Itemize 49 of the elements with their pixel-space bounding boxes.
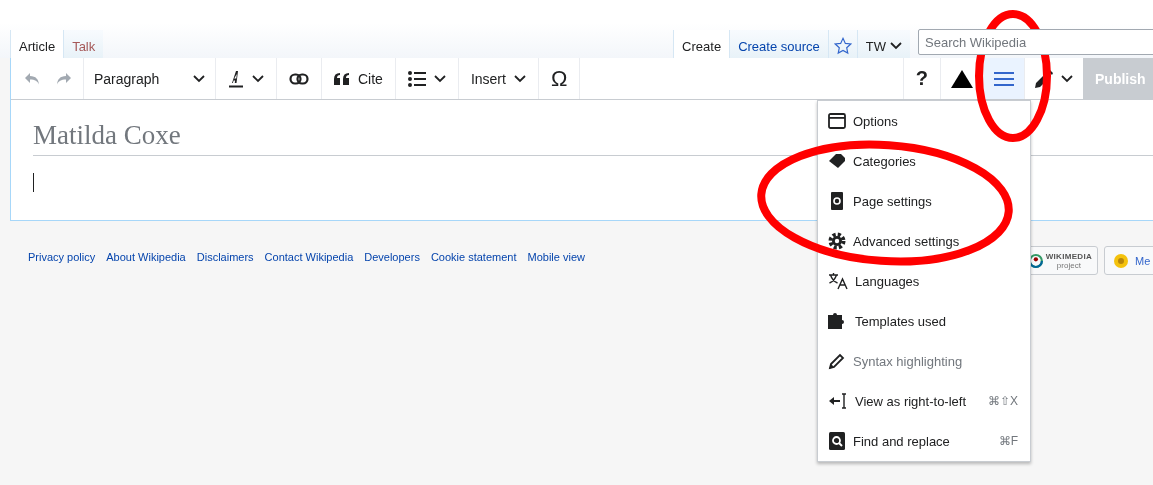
cite-button[interactable]: Cite — [322, 58, 396, 99]
chevron-down-icon — [433, 74, 446, 83]
chevron-down-icon — [193, 74, 205, 83]
language-icon — [828, 272, 848, 290]
search-field[interactable]: Search Wikipedia — [918, 29, 1153, 55]
chevron-down-icon — [513, 74, 526, 83]
help-button[interactable]: ? — [902, 58, 940, 99]
footer-link[interactable]: Cookie statement — [430, 251, 517, 263]
menu-icon — [994, 71, 1014, 86]
settings-icon — [828, 232, 846, 250]
menu-button[interactable] — [983, 58, 1024, 99]
text-direction-icon — [828, 392, 848, 410]
footer-link[interactable]: Developers — [364, 251, 420, 263]
tag-icon — [828, 153, 846, 169]
text-style-icon — [228, 68, 244, 89]
footer-link[interactable]: Privacy policy — [28, 251, 96, 263]
warning-icon — [951, 69, 973, 88]
chevron-down-icon — [252, 74, 264, 83]
menu-item[interactable]: Find and replace ⌘F — [818, 421, 1030, 461]
footer-link[interactable]: Mobile view — [527, 251, 585, 263]
gear-page-icon — [828, 192, 846, 210]
page-tab[interactable]: Create source — [729, 30, 828, 58]
more-dropdown[interactable]: TW — [856, 30, 910, 58]
text-cursor — [33, 173, 34, 192]
find-icon — [828, 432, 846, 450]
menu-item[interactable]: Options — [818, 101, 1030, 141]
paragraph-dropdown[interactable]: Paragraph — [84, 58, 216, 99]
page-title[interactable]: Matilda Coxe — [33, 120, 181, 151]
menu-item[interactable]: Categories — [818, 141, 1030, 181]
page-tab[interactable]: Create — [673, 30, 730, 58]
chevron-down-icon — [890, 42, 902, 50]
mediawiki-badge[interactable]: Me — [1104, 246, 1153, 275]
special-character-button[interactable]: Ω — [538, 58, 581, 99]
menu-item[interactable]: Templates used — [818, 301, 1030, 341]
page-tab[interactable]: Talk — [63, 30, 104, 58]
highlighter-icon — [828, 352, 846, 370]
bullet-list-icon — [407, 70, 426, 87]
menu-item[interactable]: Page settings — [818, 181, 1030, 221]
footer-link[interactable]: Disclaimers — [196, 251, 254, 263]
page-tab[interactable]: Article — [10, 30, 64, 58]
quote-icon — [334, 72, 350, 85]
window-icon — [828, 113, 846, 129]
link-icon — [289, 72, 309, 85]
pencil-icon — [1035, 69, 1053, 88]
footer-link[interactable]: Contact Wikipedia — [264, 251, 354, 263]
footer-link[interactable]: About Wikipedia — [106, 251, 186, 263]
chevron-down-icon — [1061, 74, 1073, 83]
insert-dropdown[interactable]: Insert — [458, 58, 539, 99]
menu-item[interactable]: View as right-to-left ⌘⇧X — [818, 381, 1030, 421]
